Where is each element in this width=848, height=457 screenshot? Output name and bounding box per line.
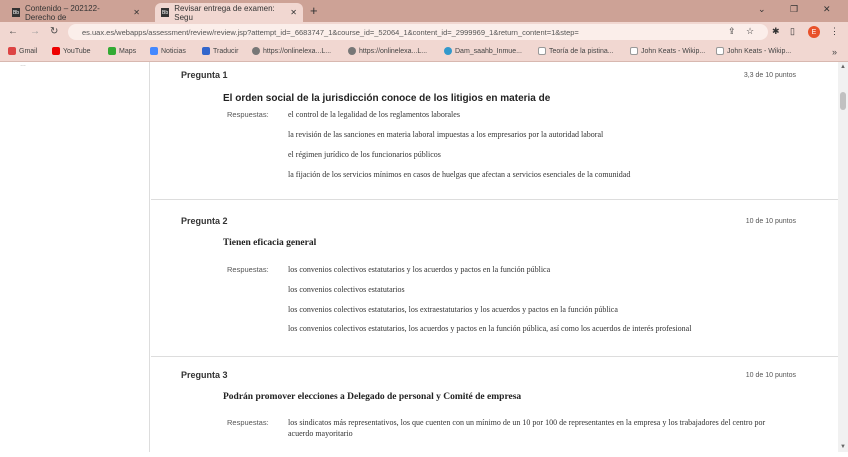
bookmark-onlinelexa-2[interactable]: https://onlinelexa...L... <box>348 47 427 55</box>
url-text: es.uax.es/webapps/assessment/review/revi… <box>82 27 579 37</box>
bookmark-label: Teoría de la pistina... <box>549 47 614 55</box>
bookmark-teoria[interactable]: Teoría de la pistina... <box>538 47 614 55</box>
gmail-icon <box>8 47 16 55</box>
question-score: 3,3 de 10 puntos <box>743 72 796 79</box>
wikipedia-icon <box>716 47 724 55</box>
reload-button[interactable]: ↻ <box>50 26 58 37</box>
question-score: 10 de 10 puntos <box>745 218 796 225</box>
question-title: Pregunta 2 <box>181 216 228 226</box>
tab-label: Revisar entrega de examen: Segu <box>174 3 275 22</box>
answer-option: los convenios colectivos estatutarios, l… <box>288 324 692 333</box>
toolbar: ← → ↻ es.uax.es/webapps/assessment/revie… <box>0 22 848 42</box>
bookmark-keats-1[interactable]: John Keats - Wikip... <box>630 47 705 55</box>
scrollbar[interactable]: ▲ ▼ <box>838 62 848 452</box>
answer-option: los convenios colectivos estatutarios y … <box>288 265 551 274</box>
wikipedia-icon <box>630 47 638 55</box>
bookmark-noticias[interactable]: Noticias <box>150 47 186 55</box>
answer-option: los convenios colectivos estatutarios <box>288 285 405 294</box>
bookmark-onlinelexa-1[interactable]: https://onlinelexa...L... <box>252 47 331 55</box>
blackboard-icon: Bb <box>161 8 170 17</box>
close-icon[interactable]: ✕ <box>133 8 140 17</box>
share-icon[interactable]: ⇪ <box>728 26 736 37</box>
extensions-icon[interactable]: ✱ <box>772 26 780 37</box>
news-icon <box>150 47 158 55</box>
new-tab-button[interactable]: + <box>310 3 318 18</box>
question-score: 10 de 10 puntos <box>745 372 796 379</box>
sidebar: … <box>0 62 150 452</box>
tab-revisar[interactable]: Bb Revisar entrega de examen: Segu ✕ <box>155 3 303 22</box>
bookmark-label: https://onlinelexa...L... <box>359 47 428 55</box>
answer-option: los sindicatos más representativos, los … <box>288 418 766 438</box>
bookmark-traducir[interactable]: Traducir <box>202 47 238 55</box>
bookmark-gmail[interactable]: Gmail <box>8 47 37 55</box>
question-text: Podrán promover elecciones a Delegado de… <box>223 392 522 402</box>
question-3: Pregunta 3 10 de 10 puntos Podrán promov… <box>151 357 838 457</box>
scroll-up-icon[interactable]: ▲ <box>840 64 846 70</box>
maps-icon <box>108 47 116 55</box>
scroll-down-icon[interactable]: ▼ <box>840 444 846 450</box>
question-title: Pregunta 1 <box>181 70 228 80</box>
restore-window-button[interactable]: ❐ <box>790 4 798 15</box>
translate-icon <box>202 47 210 55</box>
chevron-down-icon[interactable]: ⌄ <box>758 4 766 15</box>
question-title: Pregunta 3 <box>181 370 228 380</box>
bookmark-maps[interactable]: Maps <box>108 47 136 55</box>
bookmark-label: John Keats - Wikip... <box>727 47 792 55</box>
address-bar[interactable]: es.uax.es/webapps/assessment/review/revi… <box>68 24 768 40</box>
close-icon[interactable]: ✕ <box>290 8 297 17</box>
back-button[interactable]: ← <box>8 26 18 37</box>
forward-button[interactable]: → <box>30 26 40 37</box>
wikipedia-icon <box>538 47 546 55</box>
tab-strip: Bb Contenido – 202122-Derecho de ✕ Bb Revis… <box>0 0 848 22</box>
answers-label: Respuestas: <box>227 265 269 274</box>
question-1: Pregunta 1 3,3 de 10 puntos El orden soc… <box>151 62 838 200</box>
close-window-button[interactable]: ✕ <box>823 4 831 15</box>
answer-option: la fijación de los servicios mínimos en … <box>288 170 631 179</box>
youtube-icon <box>52 47 60 55</box>
avatar[interactable]: E <box>808 26 820 38</box>
sidebar-text: … <box>20 62 26 68</box>
bookmark-label: Traducir <box>213 47 239 55</box>
question-2: Pregunta 2 10 de 10 puntos Tienen eficac… <box>151 200 838 357</box>
blackboard-icon: Bb <box>12 8 20 17</box>
bookmark-keats-2[interactable]: John Keats - Wikip... <box>716 47 791 55</box>
more-bookmarks-button[interactable]: » <box>832 47 837 57</box>
answer-option: los convenios colectivos estatutarios, l… <box>288 305 618 314</box>
answer-option: el régimen jurídico de los funcionarios … <box>288 150 441 159</box>
scrollbar-thumb[interactable] <box>840 92 846 110</box>
tab-contenido[interactable]: Bb Contenido – 202122-Derecho de ✕ <box>6 3 146 22</box>
exam-review: Pregunta 1 3,3 de 10 puntos El orden soc… <box>151 62 838 452</box>
tab-label: Contenido – 202122-Derecho de <box>25 3 100 22</box>
answers-label: Respuestas: <box>227 418 269 427</box>
bookmark-label: Gmail <box>19 47 38 55</box>
bookmark-label: John Keats - Wikip... <box>641 47 706 55</box>
question-text: El orden social de la jurisdicción conoc… <box>223 93 551 104</box>
star-icon[interactable]: ☆ <box>746 26 754 37</box>
globe-icon <box>252 47 260 55</box>
bookmark-label: Dam_saahb_Inmue... <box>455 47 522 55</box>
bookmark-label: Noticias <box>161 47 186 55</box>
menu-icon[interactable]: ⋮ <box>830 26 839 37</box>
bookmark-label: Maps <box>119 47 137 55</box>
side-panel-icon[interactable]: ▯ <box>790 26 795 37</box>
bookmark-dam[interactable]: Dam_saahb_Inmue... <box>444 47 522 55</box>
question-text: Tienen eficacia general <box>223 238 317 248</box>
bookmark-youtube[interactable]: YouTube <box>52 47 91 55</box>
bookmarks-bar: Gmail YouTube Maps Noticias Traducir htt… <box>0 42 848 62</box>
bookmark-label: https://onlinelexa...L... <box>263 47 332 55</box>
wordpress-icon <box>444 47 452 55</box>
bookmark-label: YouTube <box>63 47 91 55</box>
answers-label: Respuestas: <box>227 110 269 119</box>
globe-icon <box>348 47 356 55</box>
answer-option: el control de la legalidad de los reglam… <box>288 110 460 119</box>
answer-option: la revisión de las sanciones en materia … <box>288 130 604 139</box>
